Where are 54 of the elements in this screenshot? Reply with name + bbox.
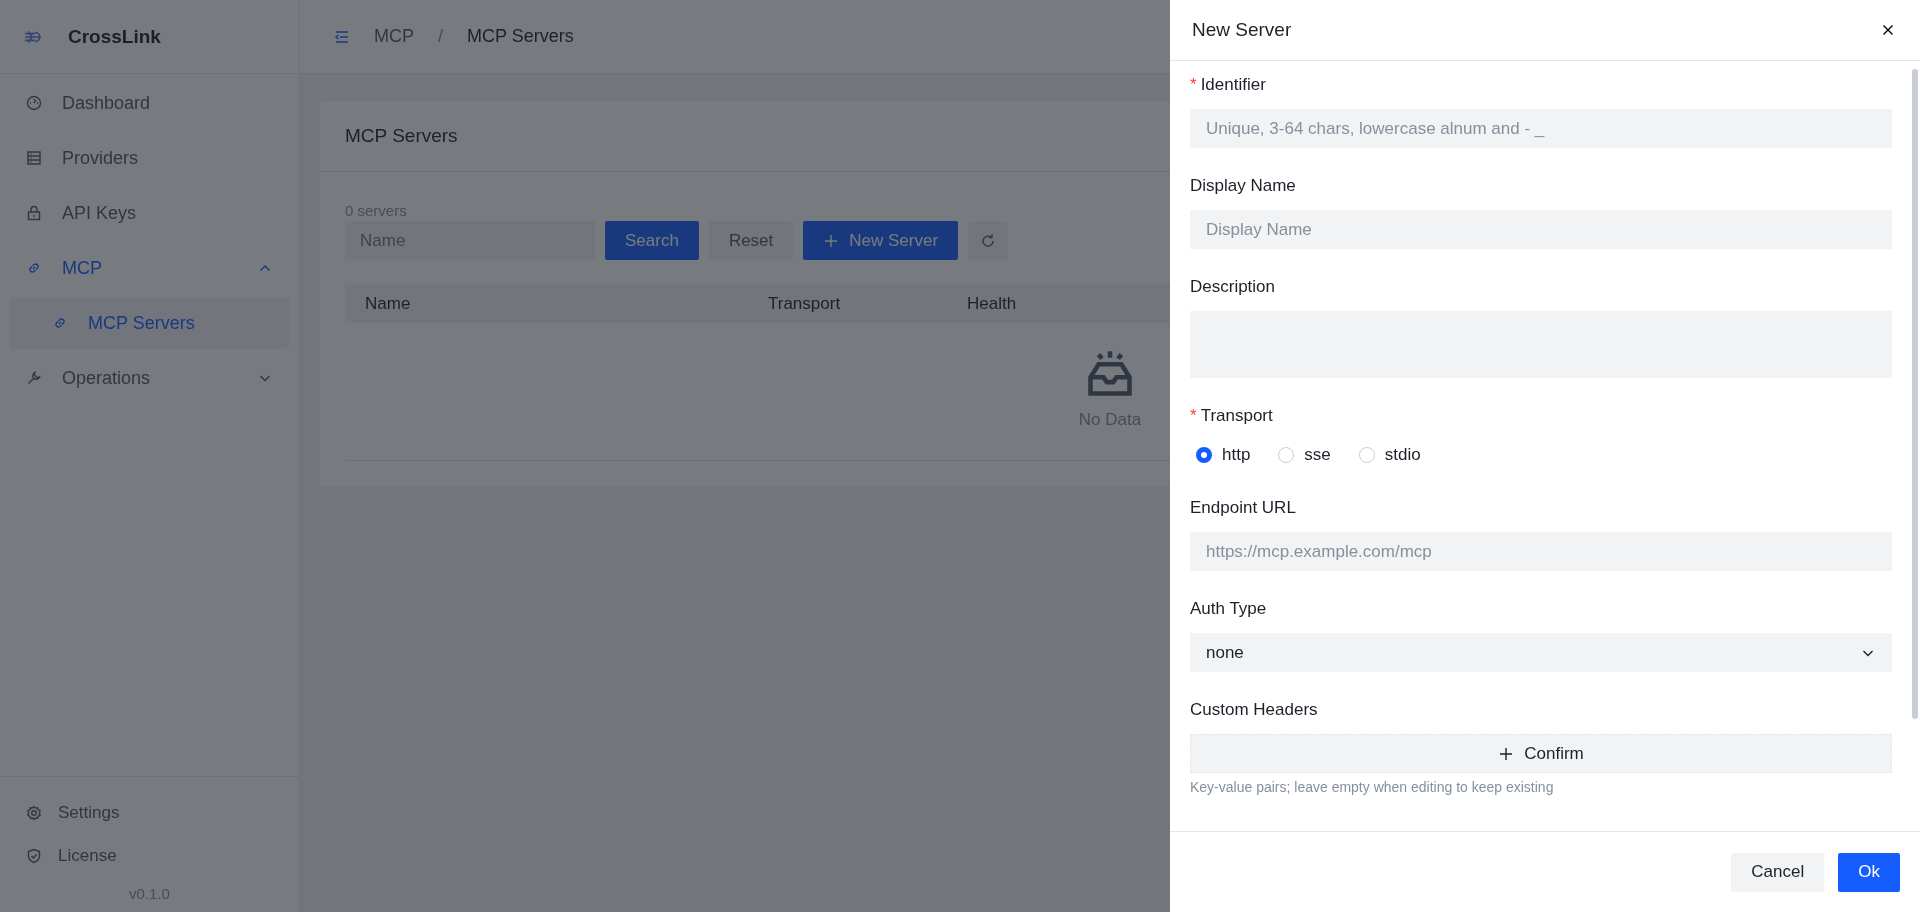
field-label: Endpoint URL <box>1190 498 1296 518</box>
required-mark: * <box>1190 75 1197 95</box>
input-field[interactable]: Display Name <box>1190 210 1892 249</box>
refresh-icon <box>980 232 997 249</box>
new-server-button[interactable]: New Server <box>803 221 959 260</box>
sidebar-item[interactable]: Dashboard <box>10 77 289 129</box>
field-label: Transport <box>1200 406 1273 426</box>
radio-option[interactable]: http <box>1196 445 1251 465</box>
radio-option[interactable]: stdio <box>1358 445 1421 465</box>
sidebar-item[interactable]: Providers <box>10 132 289 184</box>
ok-button[interactable]: Ok <box>1838 852 1900 892</box>
required-mark: * <box>1190 406 1197 426</box>
server-icon <box>26 150 42 166</box>
column-header: Transport <box>768 293 842 314</box>
settings-icon <box>26 804 42 821</box>
input-field[interactable]: https://mcp.example.com/mcp <box>1190 532 1892 571</box>
link-icon <box>52 315 68 331</box>
cancel-button[interactable]: Cancel <box>1731 852 1825 892</box>
lock-icon <box>26 205 42 221</box>
field-label: Display Name <box>1190 176 1296 196</box>
scrollbar[interactable] <box>1912 69 1918 719</box>
reset-button[interactable]: Reset <box>708 221 794 260</box>
input-field[interactable]: Unique, 3-64 chars, lowercase alnum and - _ <box>1190 109 1892 148</box>
sidebar-item[interactable]: API Keys <box>10 187 289 239</box>
sidebar-subitem[interactable]: MCP Servers <box>10 297 289 349</box>
wrench-icon <box>26 370 42 386</box>
sidebar-item[interactable]: Operations <box>10 352 289 404</box>
menu-toggle-icon[interactable] <box>334 28 350 45</box>
breadcrumb-item[interactable]: MCP <box>374 26 414 47</box>
drawer-title: New Server <box>1192 19 1292 41</box>
sidebar-footer-item[interactable]: Settings <box>0 791 299 834</box>
help-text: Key-value pairs; leave empty when editing to keep existing <box>1190 779 1555 795</box>
sidebar-item[interactable]: MCP <box>10 242 289 294</box>
link-icon <box>26 260 42 276</box>
breadcrumb-item: MCP Servers <box>467 26 574 47</box>
shield-icon <box>26 847 42 864</box>
breadcrumb-separator: / <box>438 26 443 47</box>
column-header: Health <box>967 293 1017 314</box>
select-field[interactable]: none <box>1190 633 1892 672</box>
search-button[interactable]: Search <box>605 221 699 260</box>
add-button[interactable]: Confirm <box>1190 734 1892 773</box>
radio-option[interactable]: sse <box>1278 445 1331 465</box>
refresh-button[interactable] <box>968 221 1009 260</box>
app-name: CrossLink <box>68 25 161 48</box>
plus-icon <box>1498 745 1515 762</box>
field-label: Description <box>1190 277 1276 297</box>
plus-icon <box>823 232 840 249</box>
field-label: Auth Type <box>1190 599 1267 619</box>
sidebar-footer-item[interactable]: License <box>0 834 299 877</box>
column-header: Name <box>364 293 412 314</box>
gauge-icon <box>26 95 42 111</box>
field-label: Identifier <box>1200 75 1266 95</box>
field-label: Custom Headers <box>1190 700 1318 720</box>
radio-icon[interactable] <box>1196 447 1212 463</box>
